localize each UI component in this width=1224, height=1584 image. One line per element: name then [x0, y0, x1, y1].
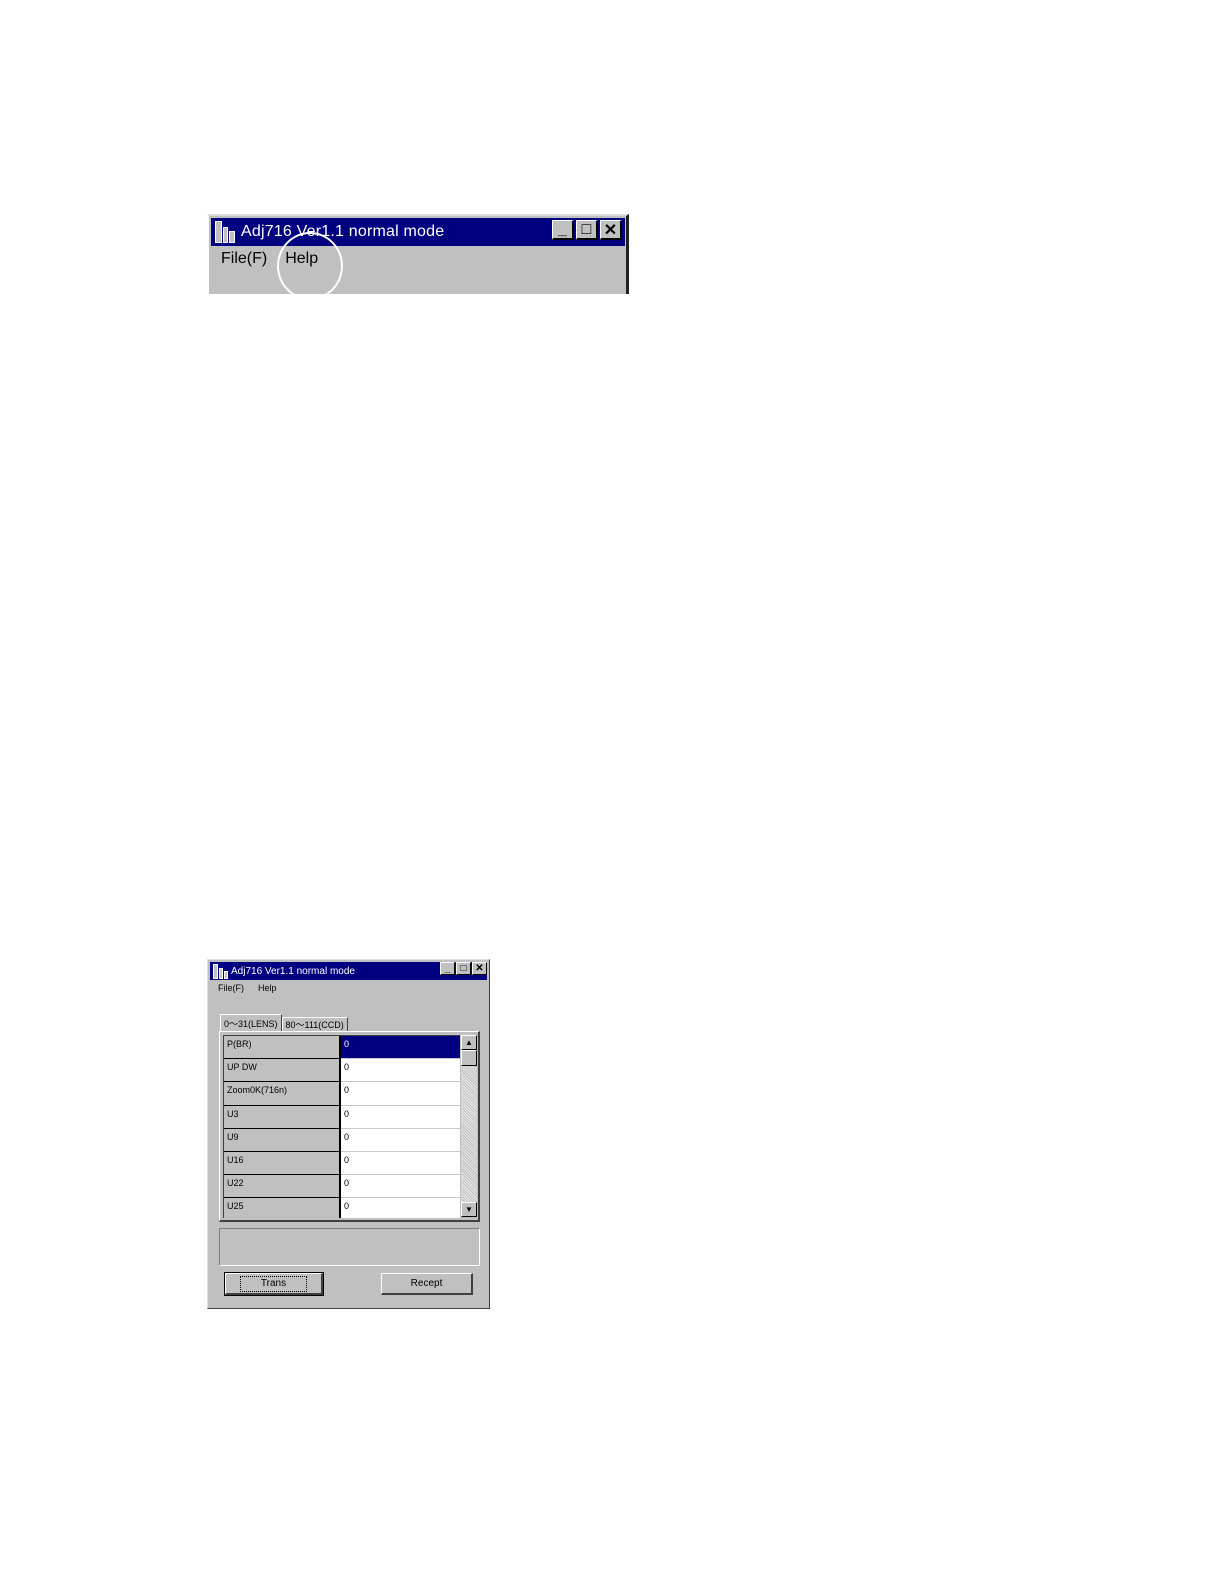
table-row[interactable]: U22 0 — [224, 1175, 460, 1199]
arrow-up-icon: ▲ — [465, 1038, 473, 1047]
row-value[interactable]: 0 — [341, 1198, 460, 1218]
table-row[interactable]: U3 0 — [224, 1105, 460, 1129]
recept-button[interactable]: Recept — [381, 1273, 473, 1295]
row-label: U25 — [224, 1198, 341, 1218]
row-value[interactable]: 0 — [341, 1175, 460, 1199]
parameter-grid: P(BR) 0 UP DW 0 Zoom0K(716n) 0 U3 0 U9 0… — [223, 1035, 460, 1218]
row-label: U16 — [224, 1151, 341, 1176]
maximize-icon: □ — [460, 963, 467, 974]
menu-bar: File(F) Help — [218, 983, 277, 993]
window-full: Adj716 Ver1.1 normal mode _ □ ✕ File(F) … — [207, 959, 490, 1309]
table-row[interactable]: Zoom0K(716n) 0 — [224, 1082, 460, 1106]
row-value[interactable]: 0 — [341, 1151, 460, 1176]
row-value[interactable]: 0 — [341, 1059, 460, 1083]
menu-file[interactable]: File(F) — [221, 250, 267, 268]
vertical-scrollbar[interactable]: ▲ ▼ — [461, 1035, 477, 1217]
row-label: U3 — [224, 1105, 341, 1129]
recept-button-label: Recept — [410, 1278, 443, 1289]
tab-ccd[interactable]: 80～111(CCD) — [281, 1017, 348, 1031]
close-icon: ✕ — [475, 963, 484, 974]
window-title: Adj716 Ver1.1 normal mode — [231, 965, 355, 977]
scroll-thumb[interactable] — [461, 1050, 477, 1066]
tab-panel: P(BR) 0 UP DW 0 Zoom0K(716n) 0 U3 0 U9 0… — [219, 1031, 480, 1222]
minimize-icon: _ — [444, 963, 451, 974]
close-icon: ✕ — [603, 221, 618, 239]
minimize-button[interactable]: _ — [552, 220, 574, 240]
close-button[interactable]: ✕ — [600, 220, 622, 240]
maximize-button[interactable]: □ — [456, 962, 471, 975]
arrow-down-icon: ▼ — [465, 1205, 473, 1214]
tab-strip: 0～31(LENS) 80～111(CCD) — [220, 1014, 348, 1031]
tab-lens[interactable]: 0～31(LENS) — [220, 1014, 282, 1031]
scroll-up-button[interactable]: ▲ — [461, 1035, 477, 1050]
maximize-icon: □ — [581, 220, 592, 238]
row-value[interactable]: 0 — [341, 1105, 460, 1129]
status-panel — [219, 1228, 480, 1266]
minimize-button[interactable]: _ — [440, 962, 455, 975]
window-title: Adj716 Ver1.1 normal mode — [241, 223, 445, 240]
scroll-down-button[interactable]: ▼ — [461, 1202, 477, 1217]
row-value[interactable]: 0 — [341, 1128, 460, 1152]
menu-file[interactable]: File(F) — [218, 983, 244, 993]
row-label: U22 — [224, 1175, 341, 1199]
row-label: Zoom0K(716n) — [224, 1082, 341, 1106]
row-label: U9 — [224, 1128, 341, 1152]
table-row[interactable]: U9 0 — [224, 1128, 460, 1152]
row-value[interactable]: 0 — [341, 1082, 460, 1106]
window-crop-top: Adj716 Ver1.1 normal mode _ □ ✕ File(F) … — [207, 214, 629, 300]
highlight-circle — [277, 232, 343, 300]
close-button[interactable]: ✕ — [472, 962, 487, 975]
row-label: UP DW — [224, 1059, 341, 1083]
trans-button[interactable]: Trans — [224, 1272, 324, 1296]
maximize-button[interactable]: □ — [576, 220, 598, 240]
app-icon — [213, 963, 228, 979]
table-row[interactable]: U16 0 — [224, 1151, 460, 1176]
trans-button-label: Trans — [239, 1275, 308, 1292]
menu-help[interactable]: Help — [258, 983, 277, 993]
row-value[interactable]: 0 — [341, 1036, 460, 1060]
minimize-icon: _ — [558, 220, 567, 238]
app-icon — [215, 221, 235, 243]
table-row[interactable]: U25 0 — [224, 1198, 460, 1218]
table-row[interactable]: P(BR) 0 — [224, 1036, 460, 1060]
row-label: P(BR) — [224, 1036, 341, 1060]
table-row[interactable]: UP DW 0 — [224, 1059, 460, 1083]
